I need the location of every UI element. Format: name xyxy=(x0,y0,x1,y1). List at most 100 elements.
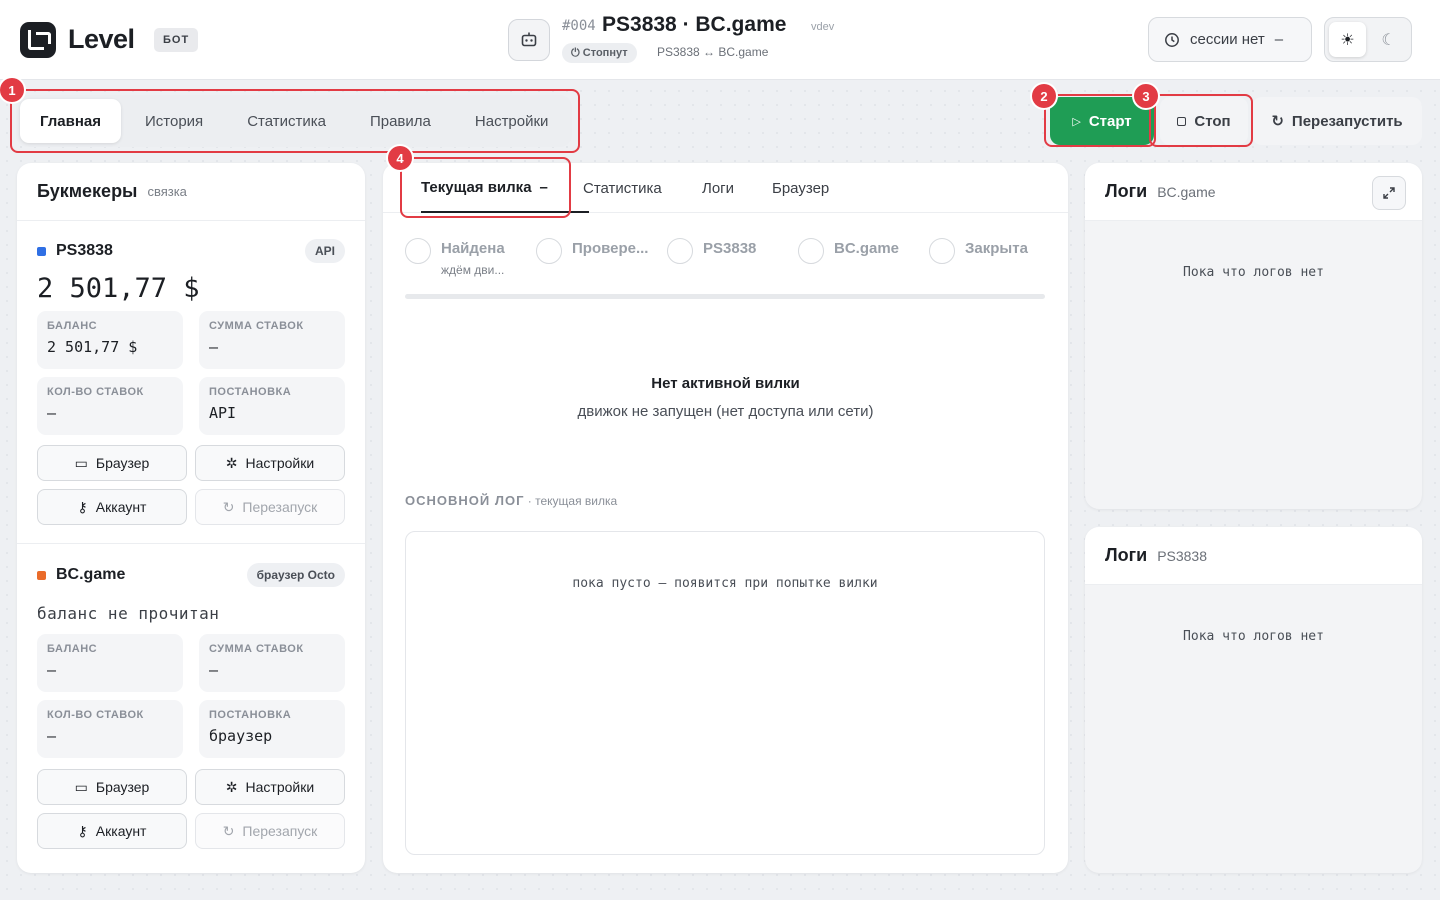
step-title: PS3838 xyxy=(703,240,757,257)
key-icon: ⚷ xyxy=(77,822,88,839)
stat-placement: Постановка браузер xyxy=(199,700,345,758)
subtab-browser[interactable]: Браузер xyxy=(772,163,829,213)
status-badge: ⏻ Стопнут xyxy=(562,43,637,63)
bookmaker-ps3838: PS3838 API 2 501,77 $ Баланс 2 501,77 $ С… xyxy=(37,237,345,527)
step-circle xyxy=(536,238,562,264)
stat-bet-sum: Сумма ставок – xyxy=(199,634,345,692)
pair-label: PS3838 ↔ BC.game xyxy=(657,45,769,59)
bookmakers-header: Букмекеры связка xyxy=(17,163,365,221)
bookmaker-bcgame: BC.game браузер Octo баланс не прочитан … xyxy=(37,561,345,851)
account-button[interactable]: ⚷ Аккаунт xyxy=(37,813,187,849)
robot-icon xyxy=(521,32,537,47)
level-logo-icon xyxy=(20,22,56,58)
refresh-icon: ↻ xyxy=(222,498,235,515)
main-log-empty: пока пусто — появится при попытке вилки xyxy=(572,576,878,591)
step-circle xyxy=(929,238,955,264)
bookmaker-balance: баланс не прочитан xyxy=(37,604,220,623)
main-log-label: ОСНОВНОЙ ЛОГ · текущая вилка xyxy=(405,493,617,508)
reload-button-label: Перезапуск xyxy=(242,499,318,515)
window-icon: ▭ xyxy=(74,454,88,471)
step-title: Найдена xyxy=(441,240,505,257)
reload-button[interactable]: ↻ Перезапуск xyxy=(195,813,345,849)
account-button-label: Аккаунт xyxy=(95,823,147,839)
account-button[interactable]: ⚷ Аккаунт xyxy=(37,489,187,525)
bot-badge: БОТ xyxy=(154,28,199,52)
gear-icon: ✲ xyxy=(225,778,238,795)
window-icon: ▭ xyxy=(74,778,88,795)
stat-key: Постановка xyxy=(209,709,292,721)
step-title: Закрыта xyxy=(965,240,1028,257)
bookmaker-name: PS3838 xyxy=(37,242,113,260)
session-label: сессии нет xyxy=(1190,31,1265,48)
step-title: Провере... xyxy=(572,240,649,257)
fork-progress-bar xyxy=(405,294,1045,299)
subtab-logs[interactable]: Логи xyxy=(702,163,734,213)
browser-button-label: Браузер xyxy=(95,455,150,471)
main-log-box[interactable]: пока пусто — появится при попытке вилки xyxy=(405,531,1045,855)
bookmakers-card: Букмекеры связка PS3838 API 2 501,77 $ Б… xyxy=(17,163,365,873)
reload-button[interactable]: ↻ Перезапуск xyxy=(195,489,345,525)
account-button-label: Аккаунт xyxy=(95,499,147,515)
refresh-icon: ↻ xyxy=(222,822,235,839)
fork-steps: Найдена ждём дви... Провере... PS3838 BC.… xyxy=(405,238,1045,296)
session-value: – xyxy=(1274,31,1284,48)
stat-value: – xyxy=(47,661,57,679)
sun-icon[interactable]: ☀ xyxy=(1329,22,1366,57)
env-label: vdev xyxy=(811,21,835,33)
empty-subtitle: движок не запущен (нет доступа или сети) xyxy=(577,403,874,420)
stat-key: Сумма ставок xyxy=(209,320,304,332)
bookmaker-name: BC.game xyxy=(37,566,125,584)
stat-value: – xyxy=(209,661,219,679)
main-log-title: ОСНОВНОЙ ЛОГ xyxy=(405,493,525,508)
step-title: BC.game xyxy=(834,240,900,257)
divider xyxy=(17,543,365,544)
step-bcgame: BC.game xyxy=(798,238,899,264)
stat-value: 2 501,77 $ xyxy=(47,338,138,356)
settings-button[interactable]: ✲ Настройки xyxy=(195,445,345,481)
stat-key: Постановка xyxy=(209,386,292,398)
stat-value: – xyxy=(47,404,57,422)
annotation-2: 2 xyxy=(1032,84,1056,108)
session-button[interactable]: сессии нет – xyxy=(1148,17,1312,62)
expand-button[interactable] xyxy=(1372,176,1406,210)
stat-key: Баланс xyxy=(47,643,98,655)
stat-balance: Баланс – xyxy=(37,634,183,692)
browser-button[interactable]: ▭ Браузер xyxy=(37,769,187,805)
logs-empty: Пока что логов нет xyxy=(1183,265,1324,280)
moon-icon[interactable]: ☾ xyxy=(1370,22,1407,57)
restart-button[interactable]: ↻ Перезапустить xyxy=(1252,97,1422,145)
subtab-statistics[interactable]: Статистика xyxy=(583,163,662,213)
stat-value: API xyxy=(209,404,237,422)
empty-title: Нет активной вилки xyxy=(651,375,800,392)
stat-placement: Постановка API xyxy=(199,377,345,435)
stat-value: – xyxy=(209,338,219,356)
step-sub: ждём дви... xyxy=(441,263,505,277)
reload-button-label: Перезапуск xyxy=(242,823,318,839)
annotation-1: 1 xyxy=(0,78,24,102)
clock-icon xyxy=(1165,32,1179,47)
logs-header: Логи PS3838 xyxy=(1085,527,1422,585)
bot-icon-button[interactable] xyxy=(508,19,550,61)
logs-subtitle: PS3838 xyxy=(1157,547,1208,564)
annotation-4: 4 xyxy=(388,146,412,170)
top-header: Level БОТ #004 PS3838 · BC.game vdev ⏻ С… xyxy=(0,0,1440,80)
highlight-main-tabs xyxy=(10,89,580,153)
ps3838-color-dot xyxy=(37,246,46,256)
logs-empty: Пока что логов нет xyxy=(1183,629,1324,644)
current-fork-card: Текущая вилка – Статистика Логи Браузер Н… xyxy=(383,163,1068,873)
step-found: Найдена ждём дви... xyxy=(405,238,505,277)
theme-toggle[interactable]: ☀ ☾ xyxy=(1324,17,1412,62)
bookmaker-name-text: PS3838 xyxy=(56,242,113,259)
step-circle xyxy=(667,238,693,264)
bookmakers-subtitle: связка xyxy=(147,184,187,199)
logs-panel-bcgame: Логи BC.game Пока что логов нет xyxy=(1085,163,1422,509)
stat-value: – xyxy=(47,727,57,745)
stat-key: Сумма ставок xyxy=(209,643,304,655)
annotation-3: 3 xyxy=(1134,84,1158,108)
highlight-stop xyxy=(1149,94,1253,147)
browser-button[interactable]: ▭ Браузер xyxy=(37,445,187,481)
stat-key: Кол-во ставок xyxy=(47,386,144,398)
step-circle xyxy=(798,238,824,264)
step-ps3838: PS3838 xyxy=(667,238,756,264)
settings-button[interactable]: ✲ Настройки xyxy=(195,769,345,805)
